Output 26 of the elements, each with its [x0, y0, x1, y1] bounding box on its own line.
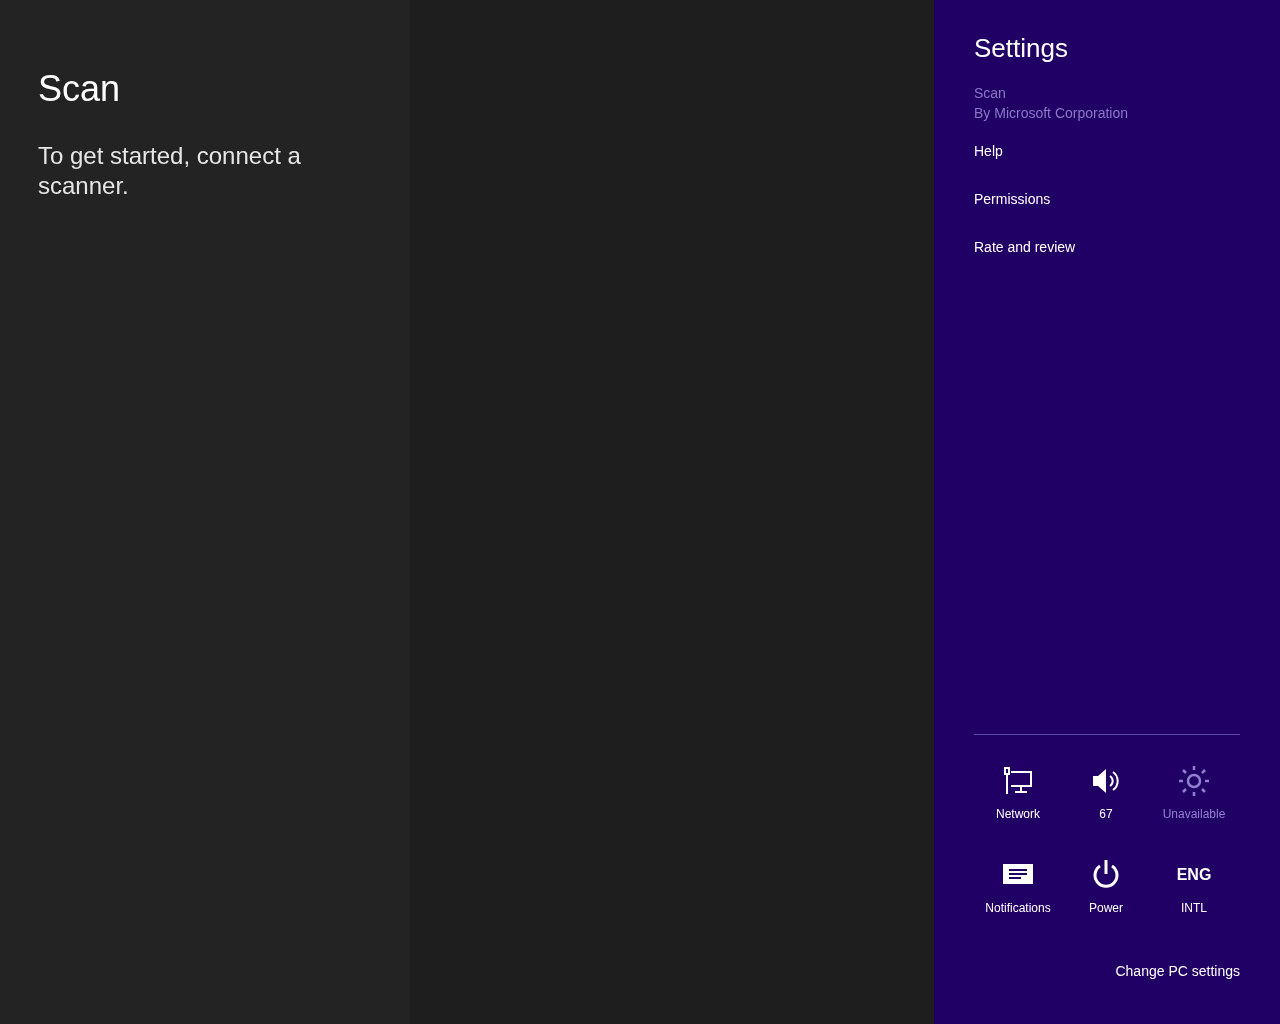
change-pc-settings-link[interactable]: Change PC settings — [1115, 961, 1240, 982]
speaker-icon — [1091, 767, 1121, 795]
network-icon — [1003, 767, 1033, 795]
status-message: To get started, connect a scanner. — [38, 141, 302, 201]
sun-icon — [1178, 765, 1210, 797]
language-code: ENG — [1176, 865, 1212, 885]
notifications-tile[interactable]: Notifications — [974, 859, 1062, 917]
volume-tile[interactable]: 67 — [1062, 765, 1150, 823]
tile-label: Unavailable — [1162, 806, 1226, 823]
app-title: Scan — [38, 67, 121, 111]
settings-menu-item[interactable]: Rate and review — [974, 236, 1076, 257]
tile-label: Network — [996, 806, 1040, 823]
network-tile[interactable]: Network — [974, 765, 1062, 823]
tile-label: Notifications — [985, 900, 1051, 917]
settings-menu-item[interactable]: Permissions — [974, 188, 1051, 209]
settings-menu-item[interactable]: Help — [974, 140, 1003, 161]
pane-title: Settings — [974, 32, 1068, 65]
power-icon — [1091, 859, 1121, 891]
message-icon — [1003, 864, 1033, 886]
tile-label: Power — [1089, 900, 1123, 917]
power-tile[interactable]: Power — [1062, 859, 1150, 917]
app-name: Scan — [974, 83, 1006, 103]
tile-label: 67 — [1099, 806, 1113, 823]
tile-label: INTL — [1181, 900, 1207, 917]
publisher-name: By Microsoft Corporation — [974, 103, 1129, 123]
language-tile[interactable]: ENG INTL — [1150, 859, 1238, 917]
